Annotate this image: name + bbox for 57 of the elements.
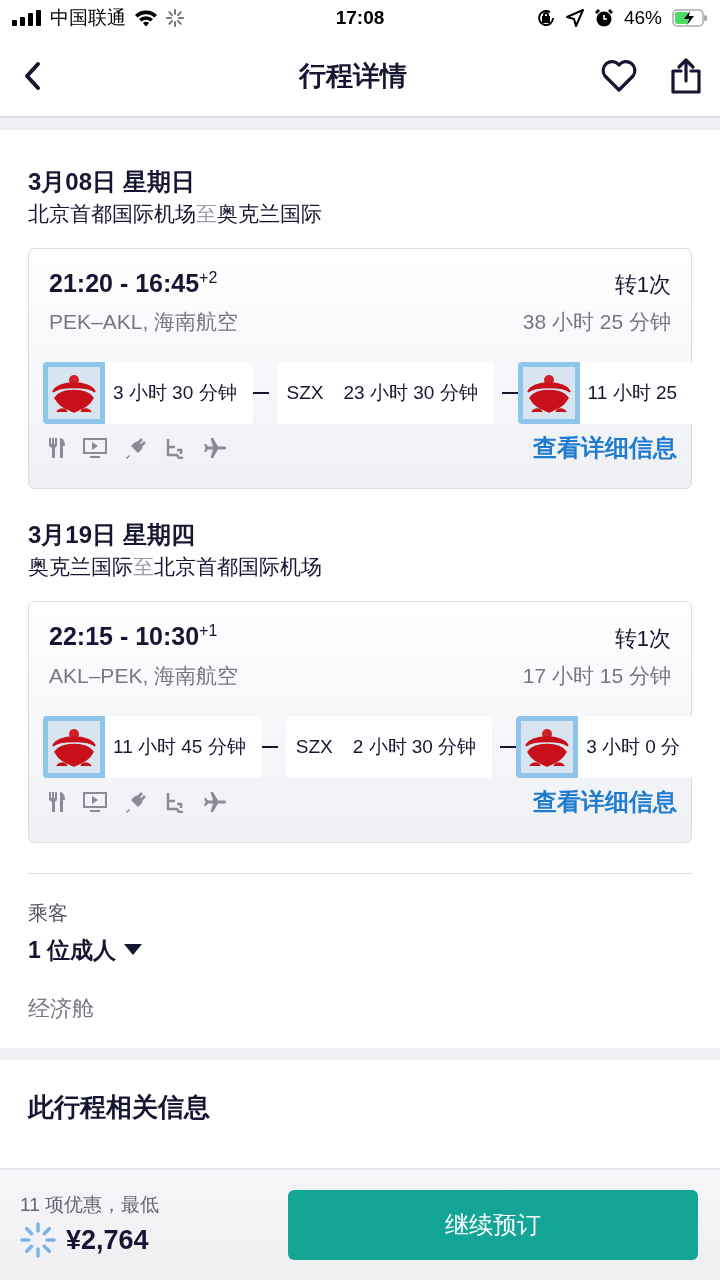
- location-arrow-icon: [566, 9, 584, 27]
- travel-date: 3月19日 星期四: [28, 520, 196, 551]
- airline-logo-icon: [517, 362, 580, 425]
- layover-airport: SZX: [286, 382, 324, 405]
- airplane-icon: [203, 790, 227, 813]
- airplane-icon: [203, 437, 227, 460]
- passenger-dropdown[interactable]: 1 位成人: [28, 934, 143, 966]
- screen-icon: [83, 791, 107, 812]
- airport-airline: AKL–PEK, 海南航空: [49, 662, 239, 689]
- flight-card[interactable]: 21:20 - 16:45$^{+2}$ 转1次 PEK–AKL, 海南航空 38 小时 25 分钟 3 小时 30 分钟 SZX 23 小时 30 分钟 11 小时 25 查看详细信息: [28, 248, 692, 490]
- clock-time: 17:08: [335, 7, 385, 29]
- flight-duration: 3 小时 30 分钟: [105, 362, 253, 425]
- spinner-icon: [20, 1222, 56, 1258]
- screen-icon: [83, 438, 107, 459]
- details-link[interactable]: 查看详细信息: [533, 785, 677, 818]
- airline-logo-icon: [43, 715, 105, 778]
- rotation-lock-icon: [536, 8, 556, 28]
- share-icon: [670, 57, 702, 95]
- flight-duration: 11 小时 25: [579, 362, 694, 425]
- signal-icon: [12, 10, 42, 26]
- route-text: 奥克兰国际至北京首都国际机场: [28, 554, 323, 581]
- flight-duration: 11 小时 45 分钟: [105, 715, 262, 778]
- fork-knife-icon: [49, 791, 65, 812]
- wifi-icon: [134, 9, 158, 27]
- layover-duration: 2 小时 30 分钟: [352, 734, 477, 759]
- page-title: 行程详情: [297, 60, 408, 93]
- cabin-class: 经济舱: [28, 994, 95, 1023]
- caret-icon: [124, 944, 143, 957]
- flight-times: 22:15 - 10:30$^{+1}$: [49, 622, 218, 652]
- stops-count: 转1次: [614, 624, 671, 653]
- section-heading: 此行程相关信息: [28, 1090, 211, 1124]
- spinner-icon: [166, 9, 184, 27]
- airline-logo-icon: [516, 715, 579, 778]
- alarm-clock-icon: [594, 8, 614, 28]
- stops-count: 转1次: [614, 271, 671, 300]
- favorite-button[interactable]: [600, 59, 638, 93]
- share-button[interactable]: [670, 57, 702, 95]
- power-plug-icon: [125, 437, 147, 460]
- route-text: 北京首都国际机场至奥克兰国际: [28, 201, 323, 227]
- airline-logo-icon: [43, 362, 105, 425]
- heart-icon: [600, 59, 638, 93]
- layover-airport: SZX: [295, 735, 333, 758]
- airport-airline: PEK–AKL, 海南航空: [49, 309, 239, 336]
- flight-times: 21:20 - 16:45$^{+2}$: [49, 269, 218, 299]
- carrier-name: 中国联通: [50, 6, 126, 30]
- price: ¥2,764: [66, 1224, 149, 1256]
- battery-percent: 46%: [624, 7, 662, 29]
- fork-knife-icon: [49, 438, 65, 459]
- travel-date: 3月08日 星期日: [28, 167, 196, 197]
- details-link[interactable]: 查看详细信息: [533, 432, 677, 465]
- total-duration: 17 小时 15 分钟: [522, 662, 671, 689]
- layover-duration: 23 小时 30 分钟: [343, 381, 478, 406]
- passenger-label: 乘客: [28, 900, 69, 926]
- total-duration: 38 小时 25 分钟: [522, 309, 671, 336]
- battery-charging-icon: [672, 9, 708, 27]
- power-plug-icon: [125, 790, 147, 813]
- offers-text: 11 项优惠，最低: [20, 1193, 160, 1217]
